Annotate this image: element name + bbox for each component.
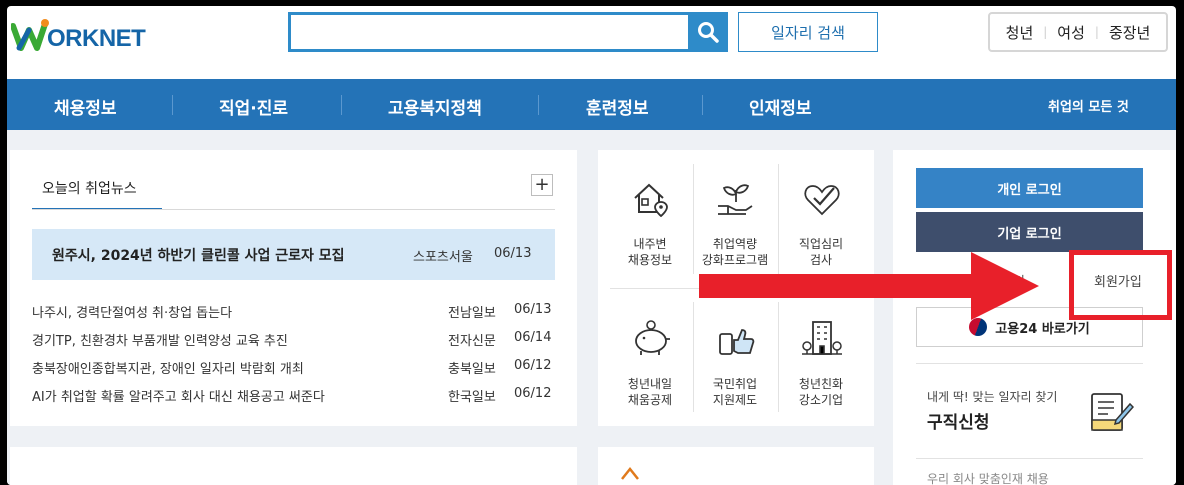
service-nearby-jobs[interactable]: 내주변 채용정보 (607, 158, 693, 288)
audience-women-link[interactable]: 여성 (1057, 22, 1085, 43)
search-input[interactable] (288, 12, 691, 52)
nav-item-career[interactable]: 직업·진로 (219, 94, 288, 119)
service-label: 청년내일 채움공제 (627, 377, 673, 407)
bottom-panel-icon (621, 467, 639, 480)
news-source: 전자신문 (448, 334, 496, 349)
nav-separator (538, 95, 539, 115)
nav-separator (172, 95, 173, 115)
worknet-logo[interactable]: ORKNET (11, 14, 161, 54)
audience-separator: | (1043, 25, 1048, 39)
job-seek-title[interactable]: 구직신청 (927, 408, 990, 433)
audience-youth-link[interactable]: 청년 (1006, 22, 1034, 43)
taegeuk-icon (969, 318, 988, 336)
news-more-button[interactable]: + (531, 174, 553, 196)
bottom-middle-panel (598, 447, 874, 485)
audience-menu: 청년 | 여성 | 중장년 (988, 12, 1168, 52)
logo-text: ORKNET (47, 25, 146, 52)
red-arrow-annotation (699, 252, 1039, 320)
bottom-left-panel (10, 447, 577, 485)
news-source: 충북일보 (448, 362, 496, 377)
news-date: 06/14 (514, 330, 552, 345)
search-button[interactable] (688, 12, 728, 52)
nav-item-jobs[interactable]: 채용정보 (54, 94, 117, 119)
news-title: 나주시, 경력단절여성 취·창업 돕는다 (32, 306, 233, 321)
news-list-item[interactable]: 충북장애인종합복지관, 장애인 일자리 박람회 개최 충북일보 06/12 (32, 358, 555, 378)
news-date: 06/12 (514, 386, 552, 401)
divider (916, 458, 1143, 459)
nav-separator (341, 95, 342, 115)
building-icon (802, 321, 842, 355)
main-nav: 채용정보 직업·진로 고용복지정책 훈련정보 인재정보 취업의 모든 것 (7, 79, 1176, 130)
job-seek-subtitle: 내게 딱! 맞는 일자리 찾기 (927, 390, 1058, 404)
service-label: 국민취업 지원제도 (712, 377, 758, 407)
service-youth-savings[interactable]: 청년내일 채움공제 (607, 298, 693, 428)
news-date: 06/13 (514, 302, 552, 317)
audience-middle-aged-link[interactable]: 중장년 (1109, 22, 1150, 43)
piggy-bank-icon (635, 320, 670, 355)
nav-item-talent[interactable]: 인재정보 (749, 94, 812, 119)
news-list-item[interactable]: AI가 취업할 확률 알려주고 회사 대신 채용공고 써준다 한국일보 06/1… (32, 386, 555, 406)
nav-item-training[interactable]: 훈련정보 (586, 94, 649, 119)
news-featured-title: 원주시, 2024년 하반기 클린콜 사업 근로자 모집 (52, 248, 345, 264)
signup-highlight-box (1069, 250, 1172, 320)
sprout-hand-icon (718, 184, 753, 215)
news-title: AI가 취업할 확률 알려주고 회사 대신 채용공고 써준다 (32, 390, 325, 405)
house-location-icon (634, 183, 668, 218)
news-list-item[interactable]: 경기TP, 친환경차 부품개발 인력양성 교육 추진 전자신문 06/14 (32, 330, 555, 350)
news-featured-date: 06/13 (494, 246, 532, 261)
service-label: 내주변 채용정보 (627, 237, 673, 267)
thumbs-up-phone-icon (719, 329, 755, 355)
nav-item-welfare-policy[interactable]: 고용복지정책 (388, 94, 482, 119)
recruit-teaser-text: 우리 회사 맞춤인재 채용 (927, 472, 1049, 485)
divider (916, 363, 1143, 364)
news-source: 전남일보 (448, 306, 496, 321)
nav-all-menu[interactable]: 취업의 모든 것 (1048, 96, 1129, 115)
audience-separator: | (1094, 25, 1099, 39)
job-search-button[interactable]: 일자리 검색 (738, 12, 878, 52)
news-featured-item[interactable]: 원주시, 2024년 하반기 클린콜 사업 근로자 모집 스포츠서울 06/13 (32, 229, 555, 280)
news-featured-source: 스포츠서울 (413, 250, 473, 265)
service-label: 청년친화 강소기업 (798, 377, 844, 407)
news-list-item[interactable]: 나주시, 경력단절여성 취·창업 돕는다 전남일보 06/13 (32, 302, 555, 322)
news-title: 충북장애인종합복지관, 장애인 일자리 박람회 개최 (32, 362, 304, 377)
application-form-icon (1091, 393, 1134, 431)
heart-check-icon (804, 185, 840, 216)
news-title: 경기TP, 친환경차 부품개발 인력양성 교육 추진 (32, 334, 288, 349)
search-icon (698, 22, 719, 43)
news-source: 한국일보 (448, 390, 496, 405)
news-divider (32, 209, 555, 210)
news-panel: 오늘의 취업뉴스 + 원주시, 2024년 하반기 클린콜 사업 근로자 모집 … (10, 150, 577, 426)
news-date: 06/12 (514, 358, 552, 373)
goyong24-label: 고용24 바로가기 (995, 321, 1090, 337)
personal-login-button[interactable]: 개인 로그인 (916, 168, 1143, 208)
company-login-button[interactable]: 기업 로그인 (916, 212, 1143, 252)
nav-separator (702, 95, 703, 115)
browser-viewport: ORKNET 일자리 검색 청년 | 여성 | 중장년 채용정보 직업·진로 고… (7, 6, 1176, 485)
news-tab[interactable]: 오늘의 취업뉴스 (32, 168, 162, 210)
logo-w-icon (11, 19, 49, 51)
